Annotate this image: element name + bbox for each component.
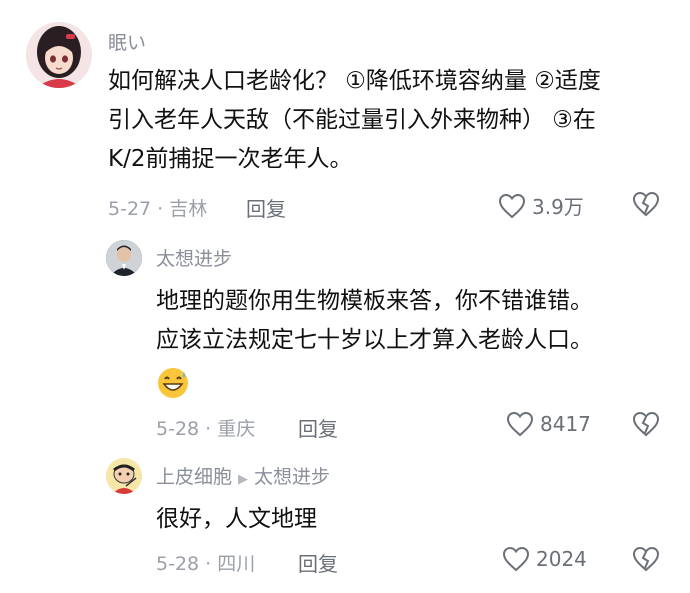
comment-3-line: 很好，人文地理 bbox=[156, 506, 317, 532]
cartoon-kid-avatar-icon bbox=[106, 458, 142, 494]
comment-1-dislike-button[interactable] bbox=[632, 191, 660, 221]
comment-2-username[interactable]: 太想进步 bbox=[156, 244, 232, 271]
comment-2-line: 地理的题你用生物模板来答，你不错谁错。 bbox=[156, 288, 593, 314]
broken-heart-icon bbox=[632, 546, 660, 572]
comment-3-text: 很好，人文地理 bbox=[156, 500, 317, 539]
comment-3-date-location: 5-28 · 四川 bbox=[156, 553, 256, 575]
comment-3-username-row: 上皮细胞 ▶ 太想进步 bbox=[156, 462, 330, 489]
broken-heart-icon bbox=[632, 411, 660, 437]
comment-1-reply-button[interactable]: 回复 bbox=[246, 193, 286, 222]
comment-3-reply-button[interactable]: 回复 bbox=[298, 548, 338, 577]
comment-2-like-count: 8417 bbox=[540, 412, 591, 436]
comment-2-line: 应该立法规定七十岁以上才算入老龄人口。 bbox=[156, 327, 593, 353]
comment-2-date-location: 5-28 · 重庆 bbox=[156, 418, 256, 440]
comment-2-dislike-button[interactable] bbox=[632, 411, 660, 441]
comment-1-username[interactable]: 眠い bbox=[108, 28, 146, 55]
comment-1-line: 如何解决人口老龄化？ ①降低环境容纳量 ②适度 bbox=[108, 68, 601, 94]
heart-outline-icon bbox=[506, 411, 534, 437]
comment-1-line: 引入老年人天敌（不能过量引入外来物种） ③在 bbox=[108, 107, 596, 133]
comment-2-reply-button[interactable]: 回复 bbox=[298, 413, 338, 442]
heart-outline-icon bbox=[498, 193, 526, 218]
comment-3-like-count: 2024 bbox=[536, 547, 587, 571]
comment-2-like-button[interactable]: 8417 bbox=[506, 411, 591, 437]
reply-arrow-icon: ▶ bbox=[238, 472, 249, 487]
comment-1-like-button[interactable]: 3.9万 bbox=[498, 191, 584, 220]
comment-3-username[interactable]: 上皮细胞 bbox=[156, 466, 232, 488]
comment-3-dislike-button[interactable] bbox=[632, 546, 660, 576]
heart-outline-icon bbox=[502, 546, 530, 572]
broken-heart-icon bbox=[632, 191, 660, 217]
anime-girl-avatar-icon bbox=[26, 22, 92, 88]
comment-3-reply-to[interactable]: 太想进步 bbox=[254, 466, 330, 488]
comment-1-like-count: 3.9万 bbox=[532, 195, 584, 219]
comment-2-avatar[interactable] bbox=[106, 240, 142, 276]
comment-3-like-button[interactable]: 2024 bbox=[502, 546, 587, 572]
comment-1-line: K/2前捕捉一次老年人。 bbox=[108, 146, 353, 172]
comment-1-text: 如何解决人口老龄化？ ①降低环境容纳量 ②适度 引入老年人天敌（不能过量引入外来… bbox=[108, 62, 601, 179]
comment-1-avatar[interactable] bbox=[26, 22, 92, 88]
comment-3-avatar[interactable] bbox=[106, 458, 142, 494]
grinning-sweat-emoji-icon bbox=[158, 368, 188, 398]
comment-2-text: 地理的题你用生物模板来答，你不错谁错。 应该立法规定七十岁以上才算入老龄人口。 bbox=[156, 282, 593, 360]
comment-1-date-location: 5-27 · 吉林 bbox=[108, 198, 208, 220]
man-in-suit-avatar-icon bbox=[106, 240, 142, 276]
